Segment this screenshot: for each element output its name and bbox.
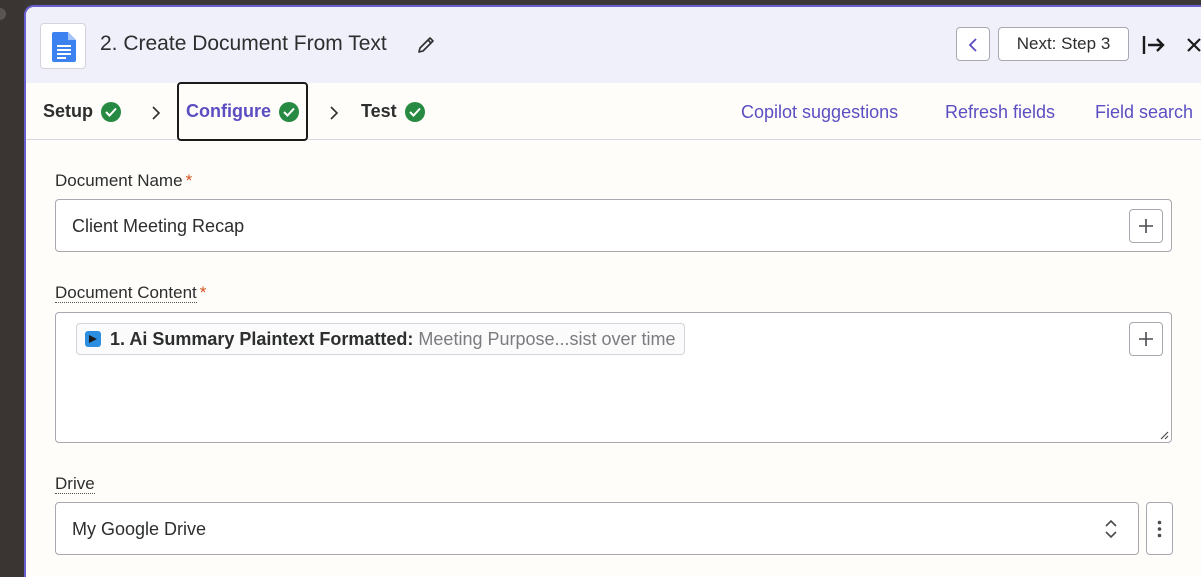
drive-select[interactable]: My Google Drive xyxy=(55,502,1139,555)
label-text: Drive xyxy=(55,474,95,494)
refresh-fields-link[interactable]: Refresh fields xyxy=(945,102,1055,123)
required-marker: * xyxy=(185,171,193,190)
app-logo-icon xyxy=(85,331,101,347)
insert-data-button[interactable] xyxy=(1129,322,1163,356)
chevron-left-icon xyxy=(968,38,977,52)
field-search-link[interactable]: Field search xyxy=(1095,102,1193,123)
tab-configure[interactable]: Configure xyxy=(177,82,308,141)
close-icon[interactable] xyxy=(1186,37,1201,58)
document-content-input[interactable]: 1. Ai Summary Plaintext Formatted: Meeti… xyxy=(55,312,1172,443)
collapse-panel-icon[interactable] xyxy=(1142,35,1166,60)
panel-header: 2. Create Document From Text Next: Step … xyxy=(26,7,1201,83)
insert-data-button[interactable] xyxy=(1129,209,1163,243)
next-step-button[interactable]: Next: Step 3 xyxy=(998,27,1129,61)
check-circle-icon xyxy=(279,101,299,122)
previous-step-button[interactable] xyxy=(956,27,990,61)
copilot-suggestions-link[interactable]: Copilot suggestions xyxy=(741,102,898,123)
step-editor-panel: 2. Create Document From Text Next: Step … xyxy=(24,5,1201,577)
label-text: Document Content xyxy=(55,283,197,303)
more-options-button[interactable] xyxy=(1146,502,1173,555)
background-strip xyxy=(0,0,24,577)
chevron-up-down-icon xyxy=(1105,519,1117,539)
background-dot xyxy=(0,8,6,20)
chevron-right-icon xyxy=(330,106,339,120)
step-tabs: Setup Configure Test Copilot suggestions… xyxy=(26,82,1201,141)
check-circle-icon xyxy=(101,101,122,122)
pill-value: Meeting Purpose...sist over time xyxy=(418,328,676,349)
vertical-dots-icon xyxy=(1157,520,1162,538)
plus-icon xyxy=(1139,332,1153,346)
document-name-input[interactable]: Client Meeting Recap xyxy=(55,199,1172,252)
mapped-field-pill[interactable]: 1. Ai Summary Plaintext Formatted: Meeti… xyxy=(76,323,685,355)
label-text: Document Name xyxy=(55,171,183,190)
tab-setup[interactable]: Setup xyxy=(43,83,122,140)
drive-value: My Google Drive xyxy=(72,519,207,539)
check-circle-icon xyxy=(404,101,425,122)
google-docs-icon xyxy=(40,23,86,69)
document-content-label: Document Content * xyxy=(55,283,206,303)
document-name-value: Client Meeting Recap xyxy=(72,216,245,236)
tab-test[interactable]: Test xyxy=(361,83,425,140)
pencil-icon[interactable] xyxy=(416,35,436,60)
document-name-label: Document Name * xyxy=(55,171,192,191)
step-title: 2. Create Document From Text xyxy=(100,32,387,55)
tab-label: Test xyxy=(361,101,397,121)
drive-label: Drive xyxy=(55,474,95,494)
required-marker: * xyxy=(199,283,207,302)
tab-label: Setup xyxy=(43,101,94,121)
resize-handle-icon[interactable] xyxy=(1159,430,1169,440)
chevron-right-icon xyxy=(152,106,161,120)
plus-icon xyxy=(1139,219,1153,233)
tab-label: Configure xyxy=(186,101,271,121)
pill-label: 1. Ai Summary Plaintext Formatted: xyxy=(110,328,414,349)
